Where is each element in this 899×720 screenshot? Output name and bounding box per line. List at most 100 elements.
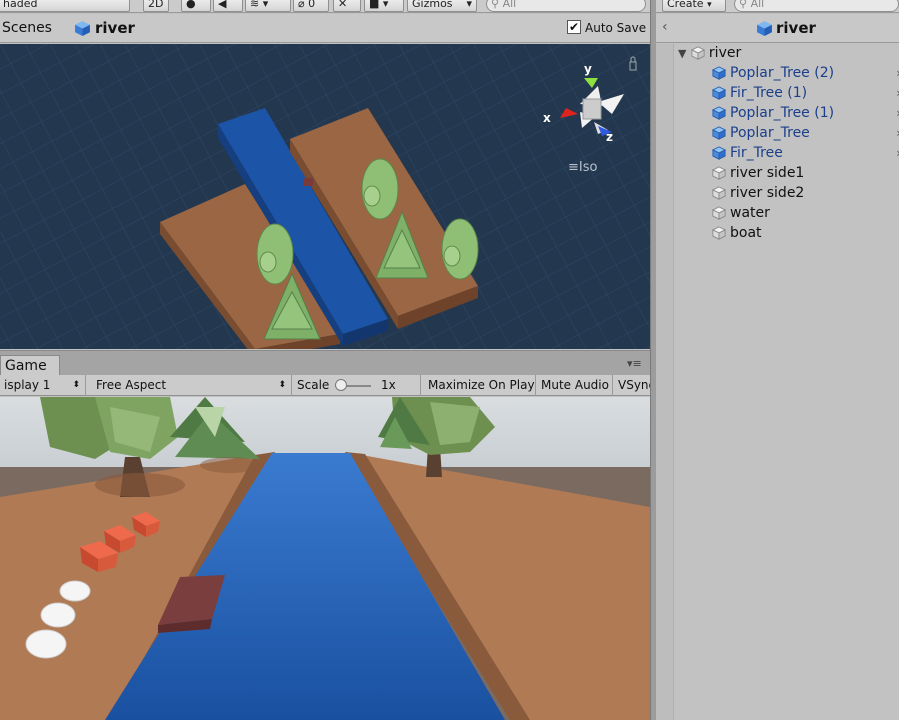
create-label: Create (667, 0, 704, 10)
prefab-icon (712, 86, 726, 100)
game-toolbar: isplay 1 ⬍ Free Aspect ⬍ Scale 1x Maximi… (0, 375, 650, 396)
prefab-icon (712, 146, 726, 160)
prefab-icon (712, 126, 726, 140)
2d-label: 2D (148, 0, 164, 10)
scene-poplar-tree-1 (361, 158, 399, 220)
hierarchy-item-label: Poplar_Tree (730, 125, 810, 141)
tab-game[interactable]: Game (0, 355, 60, 376)
effects-dropdown[interactable]: ≋ ▾ (245, 0, 291, 12)
mute-label: Mute Audio (541, 378, 609, 392)
scene-search-placeholder: All (502, 0, 517, 10)
speaker-icon: ◀ (218, 0, 227, 10)
panel-menu-icon[interactable]: ▾≡ (627, 357, 642, 370)
scene-view[interactable]: y x z ≡Iso (0, 44, 650, 349)
camera-dropdown[interactable]: ■ ▾ (364, 0, 404, 12)
scale-slider-handle[interactable] (335, 379, 347, 391)
search-icon: ⚲ (491, 0, 500, 10)
updown-icon: ⬍ (278, 380, 286, 390)
scenes-label[interactable]: Scenes (2, 20, 52, 36)
gameobject-icon (712, 186, 726, 200)
scene-search-input[interactable]: ⚲ All (486, 0, 646, 12)
hierarchy-item-label: Poplar_Tree (1) (730, 105, 835, 121)
grid-icon: ✕ (338, 0, 348, 10)
scene-canvas (0, 44, 650, 349)
scale-control: Scale 1x (293, 375, 421, 396)
game-canvas (0, 397, 650, 720)
projection-toggle[interactable]: ≡Iso (568, 160, 597, 175)
hierarchy-item-poplar-tree-1[interactable]: Poplar_Tree (1) › (712, 104, 899, 124)
aspect-dropdown[interactable]: Free Aspect ⬍ (92, 375, 292, 396)
maximize-label: Maximize On Play (428, 378, 535, 392)
hierarchy-item-label: water (730, 205, 770, 221)
search-icon: ⚲ (739, 0, 748, 10)
gizmos-label: Gizmos (412, 0, 453, 10)
hierarchy-scene-name: river (776, 19, 816, 37)
hierarchy-item-river-side2[interactable]: river side2 (712, 184, 804, 204)
scene-toolbar: haded 2D ● ◀ ≋ ▾ ⌀ 0 ✕ ■ ▾ Gizmos ▾ ⚲ Al… (0, 0, 652, 13)
hierarchy-item-water[interactable]: water (712, 204, 770, 224)
gameobject-icon (712, 226, 726, 240)
hierarchy-item-label: Fir_Tree (730, 145, 783, 161)
2d-toggle-button[interactable]: 2D (143, 0, 169, 12)
scene-poplar-tree-2 (256, 223, 294, 285)
expand-triangle-icon[interactable]: ▼ (678, 47, 686, 60)
gizmos-dropdown[interactable]: Gizmos ▾ (407, 0, 477, 12)
hierarchy-item-label: river side2 (730, 185, 805, 201)
unity-scene-icon (756, 20, 773, 40)
hierarchy-item-poplar-tree-2[interactable]: Poplar_Tree (2) › (712, 64, 899, 84)
shading-mode-dropdown[interactable]: haded (0, 0, 130, 12)
hierarchy-item-boat[interactable]: boat (712, 224, 762, 244)
hierarchy-item-fir-tree-1[interactable]: Fir_Tree (1) › (712, 84, 899, 104)
projection-label: Iso (578, 160, 598, 175)
menu-lines-icon: ≡ (568, 160, 579, 175)
scale-value: 1x (381, 378, 396, 392)
grid-toggle-button[interactable]: ✕ (333, 0, 361, 12)
hierarchy-search-input[interactable]: ⚲ All (734, 0, 899, 12)
shading-mode-label: haded (3, 0, 38, 10)
hierarchy-item-label: Poplar_Tree (2) (730, 65, 835, 81)
scene-boat (303, 178, 313, 186)
lighting-toggle-button[interactable]: ● (181, 0, 211, 12)
hierarchy-item-river-side1[interactable]: river side1 (712, 164, 804, 184)
hierarchy-toolbar: Create ▾ ⚲ All (656, 0, 899, 13)
audio-toggle-button[interactable]: ◀ (213, 0, 243, 12)
gizmo-x-label: x (543, 111, 551, 125)
eye-slash-icon: ⌀ (298, 0, 305, 10)
hierarchy-item-poplar-tree[interactable]: Poplar_Tree › (712, 124, 899, 144)
scene-name: river (95, 19, 135, 37)
camera-icon: ■ ▾ (369, 0, 389, 10)
game-view[interactable] (0, 397, 650, 720)
updown-icon: ⬍ (72, 380, 80, 390)
unity-scene-icon (74, 20, 91, 40)
create-dropdown[interactable]: Create ▾ (662, 0, 726, 12)
prefab-icon (712, 106, 726, 120)
gizmo-z-label: z (606, 130, 613, 144)
mute-audio-toggle[interactable]: Mute Audio (537, 375, 613, 396)
hierarchy-search-placeholder: All (750, 0, 765, 10)
game-tab-label: Game (5, 358, 47, 374)
hierarchy-item-label: Fir_Tree (1) (730, 85, 808, 101)
back-chevron-icon[interactable]: ‹ (662, 19, 668, 35)
vsync-toggle[interactable]: VSync (614, 375, 650, 396)
hierarchy-titlebar: ‹ river (656, 14, 899, 43)
layers-icon: ≋ ▾ (250, 0, 269, 10)
gameobject-icon (690, 46, 705, 60)
chevron-down-icon: ▾ (466, 0, 472, 10)
hierarchy-root-label: river (708, 45, 742, 61)
hidden-objects-toggle[interactable]: ⌀ 0 (293, 0, 329, 12)
aspect-label: Free Aspect (96, 378, 167, 392)
scene-poplar-tree-3 (441, 218, 479, 280)
hierarchy-root[interactable]: ▼ river (678, 44, 741, 64)
chevron-down-icon: ▾ (707, 0, 712, 10)
gameobject-icon (712, 166, 726, 180)
game-tabbar: Game ▾≡ (0, 350, 650, 376)
auto-save-checkbox[interactable]: ✔ (567, 20, 581, 34)
display-dropdown[interactable]: isplay 1 ⬍ (0, 375, 86, 396)
maximize-on-play-toggle[interactable]: Maximize On Play (424, 375, 536, 396)
light-bulb-icon: ● (186, 0, 196, 10)
scene-titlebar: Scenes river ✔ Auto Save (0, 14, 652, 43)
gameobject-icon (712, 206, 726, 220)
hierarchy-gutter (656, 44, 674, 720)
scale-label: Scale (297, 378, 330, 392)
hierarchy-item-fir-tree[interactable]: Fir_Tree › (712, 144, 899, 164)
